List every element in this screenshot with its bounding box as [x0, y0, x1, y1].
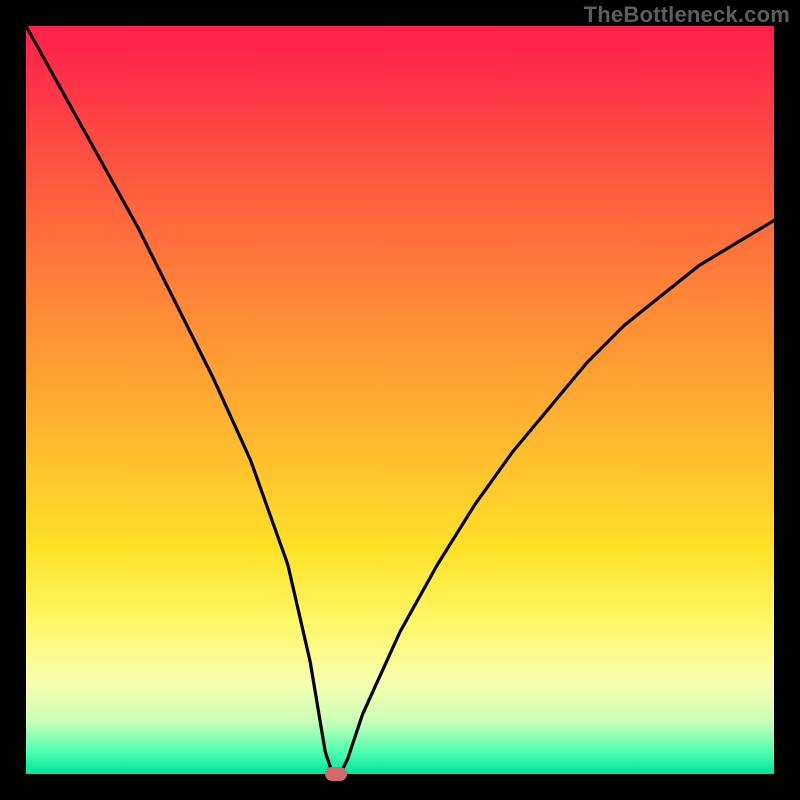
chart-gradient-background: [26, 26, 774, 774]
chart-frame: TheBottleneck.com: [0, 0, 800, 800]
optimal-point-marker: [325, 767, 347, 781]
watermark-text: TheBottleneck.com: [584, 2, 790, 28]
